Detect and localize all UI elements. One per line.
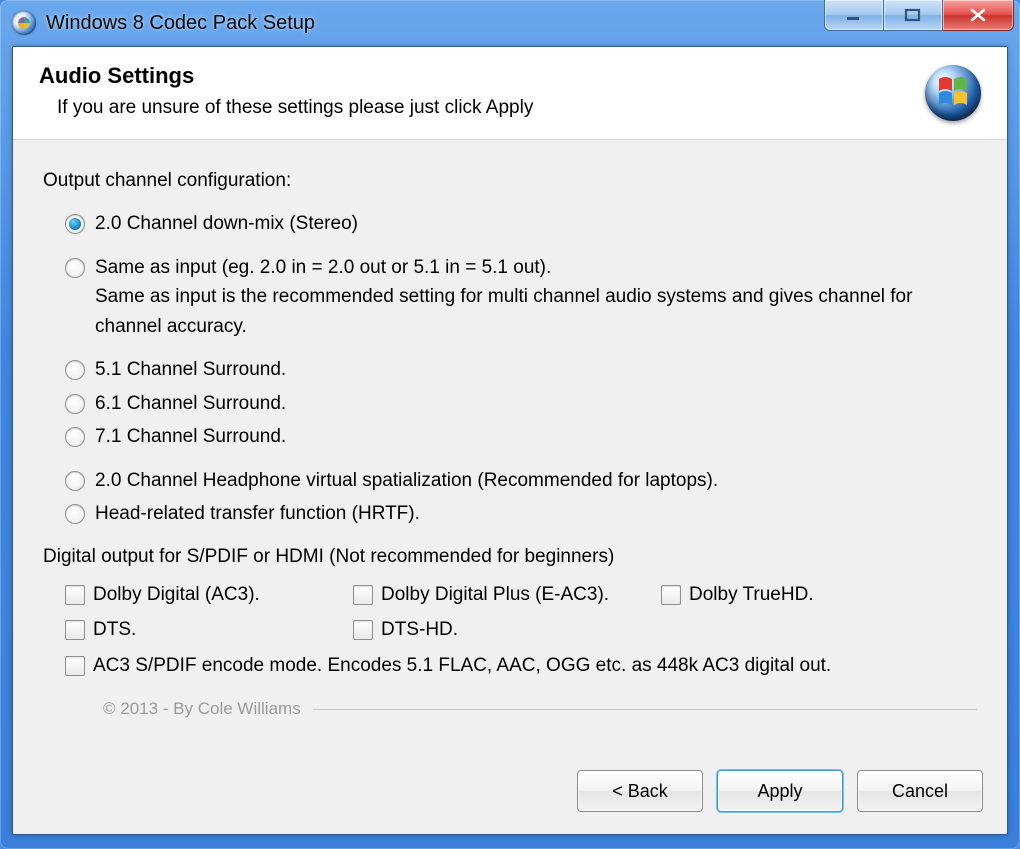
app-icon <box>12 11 36 35</box>
checkbox-label: Dolby Digital Plus (E-AC3). <box>381 580 609 609</box>
check-dolby-truehd[interactable]: Dolby TrueHD. <box>661 580 977 609</box>
minimize-button[interactable] <box>824 0 884 31</box>
radio-label: 2.0 Channel Headphone virtual spatializa… <box>95 466 977 495</box>
footer: < Back Apply Cancel <box>13 748 1007 834</box>
apply-button-label: Apply <box>757 781 802 802</box>
check-ac3-spdif-encode[interactable]: AC3 S/PDIF encode mode. Encodes 5.1 FLAC… <box>65 651 977 680</box>
checkbox-label: Dolby Digital (AC3). <box>93 580 260 609</box>
radio-icon <box>65 427 85 447</box>
client-area: Audio Settings If you are unsure of thes… <box>12 46 1008 835</box>
radio-label: 5.1 Channel Surround. <box>95 355 977 384</box>
windows-orb-icon <box>925 65 981 121</box>
apply-button[interactable]: Apply <box>717 770 843 812</box>
output-channel-label: Output channel configuration: <box>43 166 977 195</box>
copyright-line: © 2013 - By Cole Williams <box>103 696 977 722</box>
radio-icon <box>65 214 85 234</box>
radio-5-1[interactable]: 5.1 Channel Surround. <box>65 355 977 384</box>
digital-output-label: Digital output for S/PDIF or HDMI (Not r… <box>43 542 977 571</box>
radio-label: Same as input (eg. 2.0 in = 2.0 out or 5… <box>95 253 977 341</box>
installer-window: Windows 8 Codec Pack Setup Audio Setting… <box>0 0 1020 849</box>
checkbox-icon <box>65 620 85 640</box>
back-button-label: < Back <box>612 781 668 802</box>
check-dts-hd[interactable]: DTS-HD. <box>353 615 653 644</box>
radio-icon <box>65 504 85 524</box>
checkbox-label: DTS-HD. <box>381 615 458 644</box>
checkbox-label: DTS. <box>93 615 136 644</box>
window-title: Windows 8 Codec Pack Setup <box>46 12 315 35</box>
divider <box>313 709 977 710</box>
radio-label: 2.0 Channel down-mix (Stereo) <box>95 209 977 238</box>
checkbox-icon <box>353 585 373 605</box>
checkbox-icon <box>65 585 85 605</box>
cancel-button-label: Cancel <box>892 781 948 802</box>
radio-stereo[interactable]: 2.0 Channel down-mix (Stereo) <box>65 209 977 238</box>
check-dolby-digital-plus[interactable]: Dolby Digital Plus (E-AC3). <box>353 580 653 609</box>
radio-label: Head-related transfer function (HRTF). <box>95 499 977 528</box>
checkbox-icon <box>65 656 85 676</box>
cancel-button[interactable]: Cancel <box>857 770 983 812</box>
radio-icon <box>65 394 85 414</box>
page-heading: Audio Settings <box>39 63 981 89</box>
page-body: Output channel configuration: 2.0 Channe… <box>13 140 1007 748</box>
radio-label: 6.1 Channel Surround. <box>95 389 977 418</box>
radio-label: 7.1 Channel Surround. <box>95 422 977 451</box>
close-button[interactable] <box>943 0 1014 31</box>
digital-checkbox-grid: Dolby Digital (AC3). Dolby Digital Plus … <box>65 580 977 680</box>
checkbox-label: AC3 S/PDIF encode mode. Encodes 5.1 FLAC… <box>93 651 831 680</box>
radio-same-as-input[interactable]: Same as input (eg. 2.0 in = 2.0 out or 5… <box>65 253 977 341</box>
checkbox-label: Dolby TrueHD. <box>689 580 814 609</box>
radio-icon <box>65 360 85 380</box>
page-header: Audio Settings If you are unsure of thes… <box>13 47 1007 140</box>
check-dolby-digital[interactable]: Dolby Digital (AC3). <box>65 580 345 609</box>
radio-7-1[interactable]: 7.1 Channel Surround. <box>65 422 977 451</box>
radio-headphone-virtual[interactable]: 2.0 Channel Headphone virtual spatializa… <box>65 466 977 495</box>
radio-hrtf[interactable]: Head-related transfer function (HRTF). <box>65 499 977 528</box>
copyright-text: © 2013 - By Cole Williams <box>103 696 301 722</box>
radio-icon <box>65 471 85 491</box>
check-dts[interactable]: DTS. <box>65 615 345 644</box>
caption-buttons <box>824 0 1014 31</box>
radio-icon <box>65 258 85 278</box>
checkbox-icon <box>353 620 373 640</box>
page-subtitle: If you are unsure of these settings plea… <box>57 97 981 119</box>
back-button[interactable]: < Back <box>577 770 703 812</box>
radio-6-1[interactable]: 6.1 Channel Surround. <box>65 389 977 418</box>
maximize-button[interactable] <box>884 0 943 31</box>
checkbox-icon <box>661 585 681 605</box>
